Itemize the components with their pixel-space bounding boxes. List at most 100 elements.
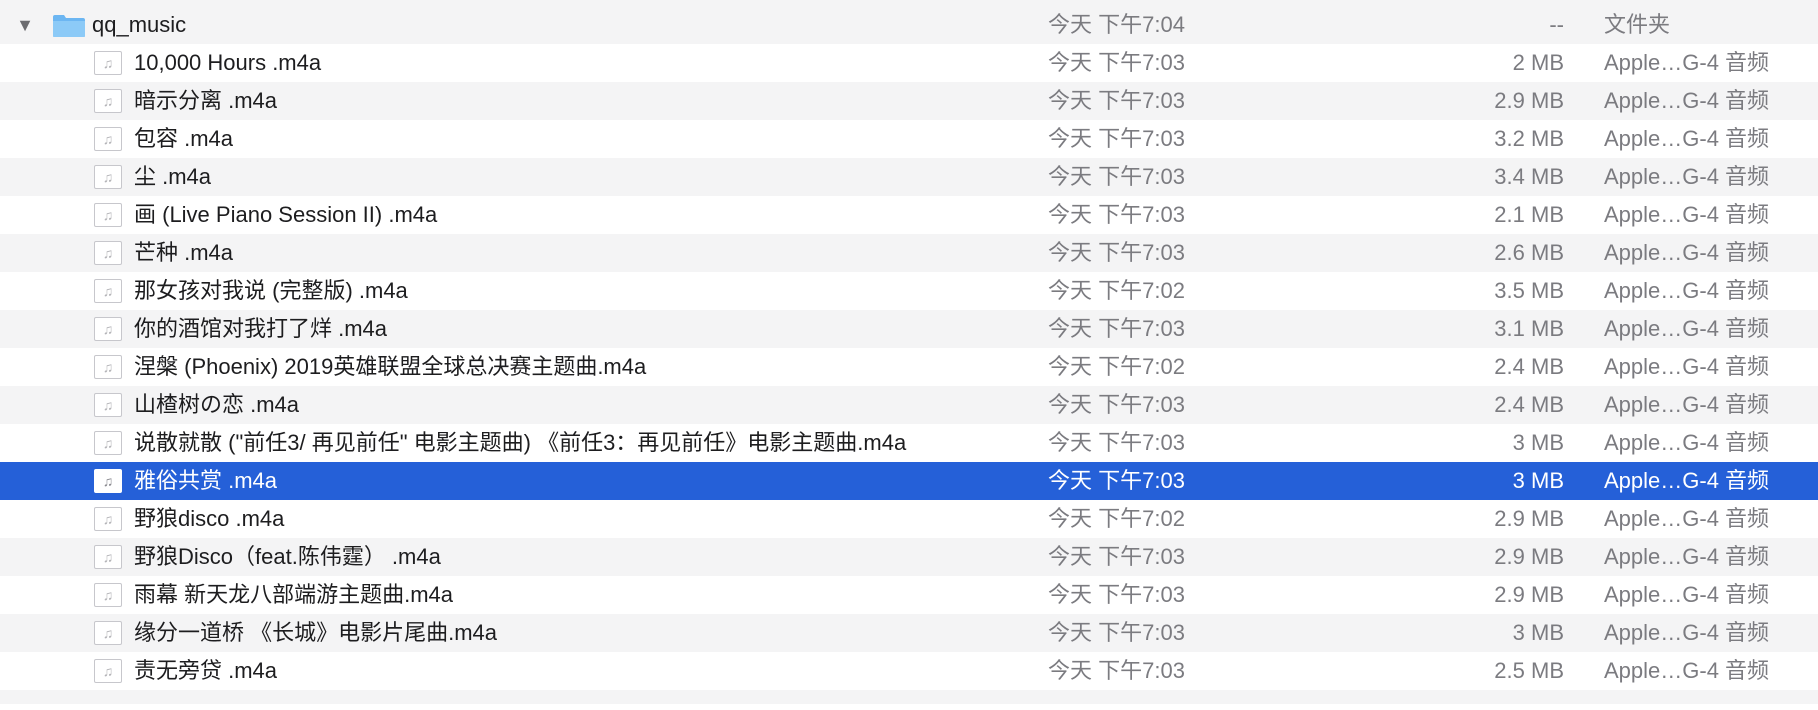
file-kind: Apple…G-4 音频 bbox=[1604, 126, 1770, 151]
file-name: 雅俗共赏 .m4a bbox=[134, 468, 278, 493]
folder-name: qq_music bbox=[92, 12, 187, 37]
file-kind: Apple…G-4 音频 bbox=[1604, 430, 1770, 455]
audio-file-icon: ♫ bbox=[94, 621, 122, 645]
file-kind: Apple…G-4 音频 bbox=[1604, 354, 1770, 379]
file-date: 今天 下午7:02 bbox=[1048, 278, 1185, 303]
file-date: 今天 下午7:03 bbox=[1048, 392, 1185, 417]
audio-file-icon: ♫ bbox=[94, 583, 122, 607]
file-name: 涅槃 (Phoenix) 2019英雄联盟全球总决赛主题曲.m4a bbox=[134, 354, 647, 379]
file-size: 2.1 MB bbox=[1494, 202, 1564, 227]
file-name: 你的酒馆对我打了烊 .m4a bbox=[134, 316, 388, 341]
file-date: 今天 下午7:03 bbox=[1048, 126, 1185, 151]
file-name: 芒种 .m4a bbox=[134, 240, 234, 265]
file-row[interactable]: ♫ 画 (Live Piano Session II) .m4a 今天 下午7:03… bbox=[0, 196, 1818, 234]
file-row[interactable]: ♫ 那女孩对我说 (完整版) .m4a 今天 下午7:02 3.5 MB Apple…G… bbox=[0, 272, 1818, 310]
file-kind: Apple…G-4 音频 bbox=[1604, 240, 1770, 265]
file-row[interactable]: ♫ 责无旁贷 .m4a 今天 下午7:03 2.5 MB Apple…G-4 音频 bbox=[0, 652, 1818, 690]
file-size: 3.1 MB bbox=[1494, 316, 1564, 341]
file-name: 那女孩对我说 (完整版) .m4a bbox=[134, 278, 408, 303]
file-kind: Apple…G-4 音频 bbox=[1604, 658, 1770, 683]
audio-file-icon: ♫ bbox=[94, 355, 122, 379]
file-kind: Apple…G-4 音频 bbox=[1604, 88, 1770, 113]
audio-file-icon: ♫ bbox=[94, 469, 122, 493]
folder-icon bbox=[53, 15, 85, 37]
file-row[interactable]: ♫ 尘 .m4a 今天 下午7:03 3.4 MB Apple…G-4 音频 bbox=[0, 158, 1818, 196]
file-size: 2.9 MB bbox=[1494, 544, 1564, 569]
file-kind: Apple…G-4 音频 bbox=[1604, 620, 1770, 645]
file-name: 暗示分离 .m4a bbox=[134, 88, 278, 113]
file-kind: Apple…G-4 音频 bbox=[1604, 468, 1770, 493]
file-kind: Apple…G-4 音频 bbox=[1604, 506, 1770, 531]
file-size: 2.9 MB bbox=[1494, 88, 1564, 113]
file-date: 今天 下午7:03 bbox=[1048, 202, 1185, 227]
file-row[interactable]: ♫ 包容 .m4a 今天 下午7:03 3.2 MB Apple…G-4 音频 bbox=[0, 120, 1818, 158]
file-size: 3 MB bbox=[1512, 620, 1564, 645]
file-row[interactable]: ♫ 涅槃 (Phoenix) 2019英雄联盟全球总决赛主题曲.m4a 今天 下午7… bbox=[0, 348, 1818, 386]
file-row[interactable]: ♫ 10,000 Hours .m4a 今天 下午7:03 2 MB Apple…G-4… bbox=[0, 44, 1818, 82]
audio-file-icon: ♫ bbox=[94, 89, 122, 113]
audio-file-icon: ♫ bbox=[94, 545, 122, 569]
file-size: 2 MB bbox=[1512, 50, 1564, 75]
file-size: 2.9 MB bbox=[1494, 506, 1564, 531]
file-date: 今天 下午7:03 bbox=[1048, 544, 1185, 569]
folder-size: -- bbox=[1549, 12, 1564, 37]
file-kind: Apple…G-4 音频 bbox=[1604, 164, 1770, 189]
file-size: 3 MB bbox=[1512, 468, 1564, 493]
audio-file-icon: ♫ bbox=[94, 127, 122, 151]
file-name: 野狼Disco（feat.陈伟霆） .m4a bbox=[134, 544, 441, 569]
file-kind: Apple…G-4 音频 bbox=[1604, 544, 1770, 569]
audio-file-icon: ♫ bbox=[94, 317, 122, 341]
file-date: 今天 下午7:02 bbox=[1048, 506, 1185, 531]
file-date: 今天 下午7:02 bbox=[1048, 354, 1185, 379]
file-row[interactable]: ♫ 缘分一道桥 《长城》电影片尾曲.m4a 今天 下午7:03 3 MB Apple…G… bbox=[0, 614, 1818, 652]
folder-kind: 文件夹 bbox=[1604, 12, 1671, 37]
file-name: 说散就散 ("前任3/ 再见前任" 电影主题曲) 《前任3：再见前任》电影主题曲… bbox=[134, 430, 907, 455]
file-rows: ♫ 10,000 Hours .m4a 今天 下午7:03 2 MB Apple…G-4… bbox=[0, 44, 1818, 690]
list-bottom-edge bbox=[0, 690, 1818, 704]
folder-row-qq-music[interactable]: ▼ qq_music 今天 下午7:04 -- 文件夹 bbox=[0, 6, 1818, 44]
file-date: 今天 下午7:03 bbox=[1048, 88, 1185, 113]
file-date: 今天 下午7:03 bbox=[1048, 240, 1185, 265]
file-kind: Apple…G-4 音频 bbox=[1604, 202, 1770, 227]
audio-file-icon: ♫ bbox=[94, 393, 122, 417]
file-size: 3.5 MB bbox=[1494, 278, 1564, 303]
audio-file-icon: ♫ bbox=[94, 241, 122, 265]
file-name: 缘分一道桥 《长城》电影片尾曲.m4a bbox=[134, 620, 498, 645]
file-name: 尘 .m4a bbox=[134, 164, 212, 189]
audio-file-icon: ♫ bbox=[94, 51, 122, 75]
file-date: 今天 下午7:03 bbox=[1048, 582, 1185, 607]
file-row[interactable]: ♫ 说散就散 ("前任3/ 再见前任" 电影主题曲) 《前任3：再见前任》电影主题… bbox=[0, 424, 1818, 462]
file-row[interactable]: ♫ 你的酒馆对我打了烊 .m4a 今天 下午7:03 3.1 MB Apple…G-4 … bbox=[0, 310, 1818, 348]
file-kind: Apple…G-4 音频 bbox=[1604, 582, 1770, 607]
file-row[interactable]: ♫ 暗示分离 .m4a 今天 下午7:03 2.9 MB Apple…G-4 音频 bbox=[0, 82, 1818, 120]
file-date: 今天 下午7:03 bbox=[1048, 468, 1185, 493]
file-size: 2.9 MB bbox=[1494, 582, 1564, 607]
file-date: 今天 下午7:03 bbox=[1048, 50, 1185, 75]
file-kind: Apple…G-4 音频 bbox=[1604, 392, 1770, 417]
file-kind: Apple…G-4 音频 bbox=[1604, 50, 1770, 75]
file-size: 3 MB bbox=[1512, 430, 1564, 455]
file-date: 今天 下午7:03 bbox=[1048, 430, 1185, 455]
file-name: 山楂树の恋 .m4a bbox=[134, 392, 300, 417]
file-row[interactable]: ♫ 雨幕 新天龙八部端游主题曲.m4a 今天 下午7:03 2.9 MB Apple…G… bbox=[0, 576, 1818, 614]
file-date: 今天 下午7:03 bbox=[1048, 620, 1185, 645]
folder-date: 今天 下午7:04 bbox=[1048, 12, 1185, 37]
file-row[interactable]: ♫ 芒种 .m4a 今天 下午7:03 2.6 MB Apple…G-4 音频 bbox=[0, 234, 1818, 272]
file-name: 野狼disco .m4a bbox=[134, 506, 285, 531]
audio-file-icon: ♫ bbox=[94, 165, 122, 189]
audio-file-icon: ♫ bbox=[94, 507, 122, 531]
file-size: 2.4 MB bbox=[1494, 392, 1564, 417]
file-date: 今天 下午7:03 bbox=[1048, 658, 1185, 683]
file-date: 今天 下午7:03 bbox=[1048, 164, 1185, 189]
file-row[interactable]: ♫ 野狼disco .m4a 今天 下午7:02 2.9 MB Apple…G-4 音频 bbox=[0, 500, 1818, 538]
file-name: 责无旁贷 .m4a bbox=[134, 658, 278, 683]
file-kind: Apple…G-4 音频 bbox=[1604, 316, 1770, 341]
file-size: 2.6 MB bbox=[1494, 240, 1564, 265]
file-list: ▼ qq_music 今天 下午7:04 -- 文件夹 ♫ 10,000 Hour… bbox=[0, 0, 1818, 710]
audio-file-icon: ♫ bbox=[94, 279, 122, 303]
file-name: 包容 .m4a bbox=[134, 126, 234, 151]
disclosure-triangle-down-icon[interactable]: ▼ bbox=[14, 6, 36, 44]
file-row[interactable]: ♫ 雅俗共赏 .m4a 今天 下午7:03 3 MB Apple…G-4 音频 bbox=[0, 462, 1818, 500]
file-row[interactable]: ♫ 野狼Disco（feat.陈伟霆） .m4a 今天 下午7:03 2.9 MB Ap… bbox=[0, 538, 1818, 576]
file-row[interactable]: ♫ 山楂树の恋 .m4a 今天 下午7:03 2.4 MB Apple…G-4 音频 bbox=[0, 386, 1818, 424]
